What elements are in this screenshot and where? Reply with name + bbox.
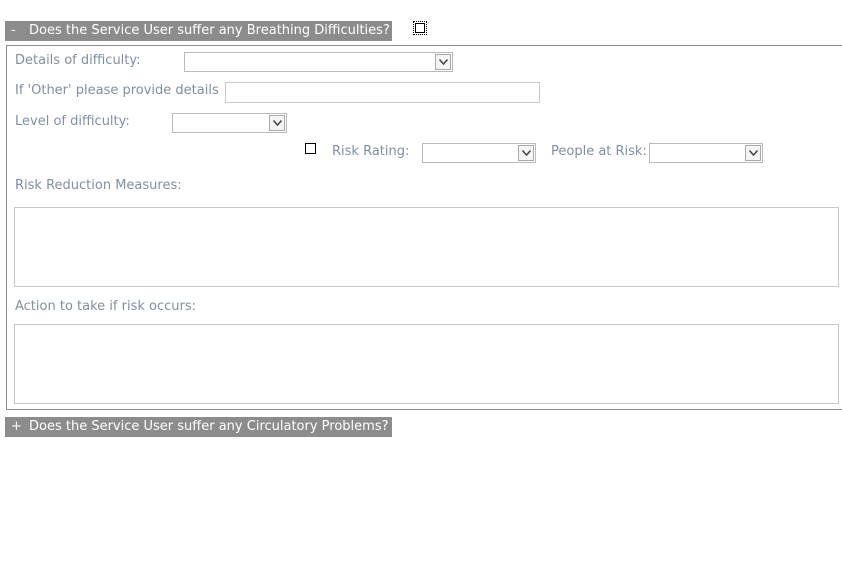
action-textarea[interactable] [14, 324, 839, 404]
risk-reduction-label: Risk Reduction Measures: [15, 178, 182, 193]
expand-toggle[interactable]: + [11, 417, 29, 437]
people-at-risk-dropdown[interactable] [649, 143, 763, 163]
chevron-down-icon[interactable] [269, 115, 285, 131]
other-details-input[interactable] [225, 82, 540, 103]
risk-checkbox[interactable] [305, 143, 316, 154]
section-title-circulatory: Does the Service User suffer any Circula… [29, 419, 389, 434]
level-dropdown[interactable] [172, 113, 287, 133]
breathing-difficulties-checkbox[interactable] [413, 21, 427, 35]
section-header-circulatory[interactable]: + Does the Service User suffer any Circul… [5, 417, 392, 437]
people-at-risk-label: People at Risk: [551, 144, 647, 159]
section-title-breathing: Does the Service User suffer any Breathi… [29, 23, 390, 38]
section-header-breathing[interactable]: - Does the Service User suffer any Breath… [5, 21, 392, 41]
collapse-toggle[interactable]: - [11, 21, 29, 41]
risk-rating-dropdown[interactable] [422, 143, 536, 163]
chevron-down-icon[interactable] [435, 54, 451, 70]
chevron-down-icon[interactable] [518, 145, 534, 161]
action-label: Action to take if risk occurs: [15, 299, 196, 314]
level-label: Level of difficulty: [15, 114, 130, 129]
chevron-down-icon[interactable] [745, 145, 761, 161]
other-details-label: If 'Other' please provide details [15, 83, 219, 98]
details-label: Details of difficulty: [15, 53, 141, 68]
details-dropdown[interactable] [184, 52, 453, 72]
risk-rating-label: Risk Rating: [332, 144, 410, 159]
risk-reduction-textarea[interactable] [14, 207, 839, 287]
